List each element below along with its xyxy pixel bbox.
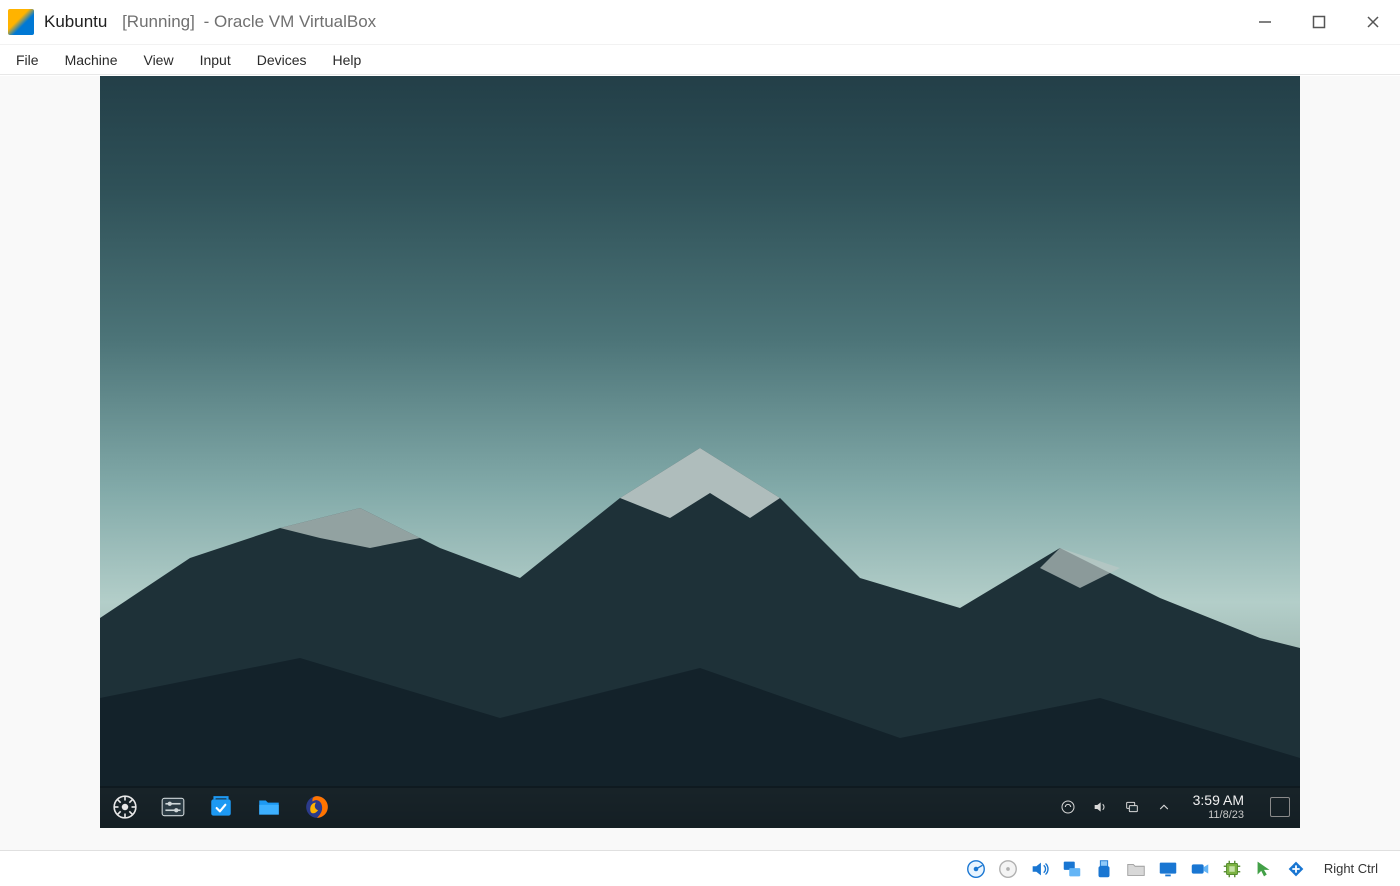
hard-disk-icon[interactable]	[962, 855, 990, 883]
menu-input[interactable]: Input	[200, 52, 231, 68]
usb-icon[interactable]	[1090, 855, 1118, 883]
shared-folders-icon[interactable]	[1122, 855, 1150, 883]
virtualbox-menubar: File Machine View Input Devices Help	[0, 45, 1400, 75]
volume-icon[interactable]	[1091, 798, 1109, 816]
network-icon[interactable]	[1123, 798, 1141, 816]
host-key-indicator[interactable]: Right Ctrl	[1314, 861, 1388, 876]
menu-help[interactable]: Help	[333, 52, 362, 68]
keyboard-layout-icon[interactable]	[1059, 798, 1077, 816]
vm-status: [Running] - Oracle VM VirtualBox	[112, 12, 376, 31]
menu-devices[interactable]: Devices	[257, 52, 307, 68]
discover-icon[interactable]	[206, 792, 236, 822]
host-window-titlebar: Kubuntu [Running] - Oracle VM VirtualBox	[0, 0, 1400, 45]
menu-file[interactable]: File	[16, 52, 39, 68]
virtualbox-app-icon	[8, 9, 34, 35]
close-button[interactable]	[1364, 13, 1382, 31]
show-desktop-button[interactable]	[1270, 797, 1290, 817]
host-window-title: Kubuntu [Running] - Oracle VM VirtualBox	[44, 12, 1256, 32]
virtualbox-statusbar: Right Ctrl	[0, 850, 1400, 886]
minimize-button[interactable]	[1256, 13, 1274, 31]
optical-drive-icon[interactable]	[994, 855, 1022, 883]
cpu-icon[interactable]	[1218, 855, 1246, 883]
system-tray: 3:59 AM 11/8/23	[1059, 793, 1290, 820]
app-launcher-icon[interactable]	[110, 792, 140, 822]
network-adapter-icon[interactable]	[1058, 855, 1086, 883]
clock-time: 3:59 AM	[1193, 793, 1244, 808]
system-settings-icon[interactable]	[158, 792, 188, 822]
menu-view[interactable]: View	[143, 52, 173, 68]
maximize-button[interactable]	[1310, 13, 1328, 31]
tray-expand-icon[interactable]	[1155, 798, 1173, 816]
mouse-integration-icon[interactable]	[1250, 855, 1278, 883]
display-icon[interactable]	[1154, 855, 1182, 883]
host-window-controls	[1256, 13, 1392, 31]
guest-display-container: 3:59 AM 11/8/23	[0, 76, 1400, 850]
menu-machine[interactable]: Machine	[65, 52, 118, 68]
recording-icon[interactable]	[1186, 855, 1214, 883]
firefox-icon[interactable]	[302, 792, 332, 822]
taskbar-launchers	[110, 792, 332, 822]
taskbar-clock[interactable]: 3:59 AM 11/8/23	[1187, 793, 1250, 820]
guest-desktop[interactable]: 3:59 AM 11/8/23	[100, 76, 1300, 828]
file-manager-icon[interactable]	[254, 792, 284, 822]
clock-date: 11/8/23	[1193, 809, 1244, 821]
kde-taskbar: 3:59 AM 11/8/23	[100, 786, 1300, 828]
wallpaper-mountains	[100, 438, 1300, 788]
vm-name: Kubuntu	[44, 12, 107, 31]
audio-icon[interactable]	[1026, 855, 1054, 883]
guest-additions-icon[interactable]	[1282, 855, 1310, 883]
